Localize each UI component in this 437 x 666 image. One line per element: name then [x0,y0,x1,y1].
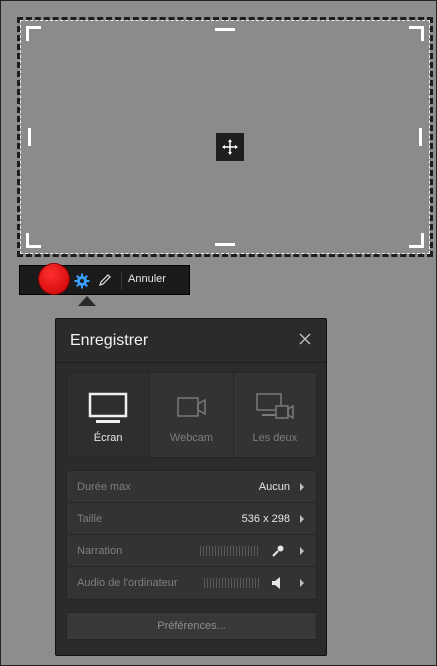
monitor-webcam-icon [256,393,294,420]
audio-level-meter [204,578,260,588]
resize-handle-bottom-right[interactable] [409,233,424,248]
setting-label: Narration [77,545,123,557]
chevron-right-icon [300,515,304,523]
move-arrows-icon [222,139,238,155]
speaker-icon [272,577,280,589]
setting-label: Audio de l'ordinateur [77,577,178,589]
setting-row-max-duration[interactable]: Durée max Aucun [67,471,316,503]
header-divider [56,362,326,363]
source-option-screen[interactable]: Écran [67,373,151,457]
source-selector: Écran Webcam Les deux [66,372,317,458]
source-label-webcam: Webcam [169,432,214,444]
toolbar-separator [121,272,122,290]
dialog-title: Enregistrer [70,332,149,349]
setting-row-computer-audio[interactable]: Audio de l'ordinateur [67,567,316,599]
resize-handle-right[interactable] [419,128,422,146]
narration-level-meter [200,546,260,556]
chevron-right-icon [300,579,304,587]
resize-handle-top-right[interactable] [409,26,424,41]
setting-label: Taille [77,513,103,525]
monitor-icon [88,392,128,423]
setting-row-size[interactable]: Taille 536 x 298 [67,503,316,535]
setting-value: 536 x 298 [241,513,290,525]
move-handle[interactable] [216,133,244,161]
capture-region[interactable] [17,17,433,257]
resize-handle-bottom-left[interactable] [26,233,41,248]
close-icon[interactable] [298,332,312,346]
setting-label: Durée max [77,481,131,493]
source-label-screen: Écran [93,432,123,444]
cancel-button[interactable]: Annuler [128,273,166,285]
source-label-both: Les deux [252,432,298,444]
setting-value: Aucun [258,481,290,493]
webcam-icon [177,397,207,417]
gear-icon[interactable] [74,273,90,289]
pencil-icon[interactable] [98,273,112,287]
source-option-both[interactable]: Les deux [234,373,316,457]
resize-handle-left[interactable] [28,128,31,146]
preferences-button[interactable]: Préférences... [66,612,317,640]
resize-handle-top-left[interactable] [26,26,41,41]
dialog-pointer [78,296,96,306]
resize-handle-top[interactable] [215,28,235,31]
recording-toolbar: Annuler [19,264,190,295]
record-dialog: Enregistrer Écran Webcam Les deux Durée … [55,318,327,656]
source-option-webcam[interactable]: Webcam [150,373,234,457]
microphone-icon [272,545,284,557]
settings-list: Durée max Aucun Taille 536 x 298 Narrati… [66,470,317,600]
resize-handle-bottom[interactable] [215,243,235,246]
record-button[interactable] [39,264,69,294]
chevron-right-icon [300,547,304,555]
chevron-right-icon [300,483,304,491]
setting-row-narration[interactable]: Narration [67,535,316,567]
